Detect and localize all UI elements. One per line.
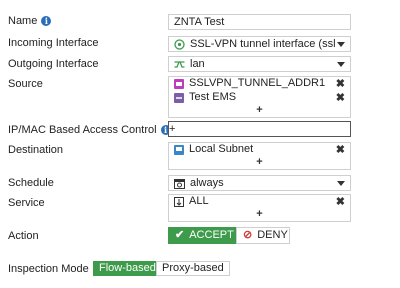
schedule-label: Schedule — [8, 177, 54, 189]
list-item: Test EMS ✖ — [169, 91, 350, 105]
source-label: Source — [8, 78, 43, 90]
add-ipmac-button[interactable]: + — [169, 122, 350, 136]
destination-field[interactable]: Local Subnet ✖ + — [168, 142, 351, 170]
deny-label: DENY — [257, 229, 288, 241]
list-item: ALL ✖ — [169, 195, 350, 209]
proxy-based-toggle[interactable]: Proxy-based — [156, 261, 230, 276]
add-service-button[interactable]: + — [169, 209, 350, 221]
network-interface-icon — [174, 61, 185, 68]
inspection-mode-label: Inspection Mode — [8, 263, 89, 275]
chevron-down-icon — [337, 62, 345, 67]
chevron-down-icon — [337, 42, 345, 47]
address-magenta-icon — [174, 79, 184, 89]
flow-based-toggle[interactable]: Flow-based — [93, 261, 162, 276]
name-input[interactable]: ZNTA Test — [168, 14, 351, 30]
schedule-select[interactable]: always — [168, 175, 351, 191]
remove-icon[interactable]: ✖ — [336, 195, 345, 208]
outgoing-interface-select[interactable]: lan — [168, 56, 351, 72]
source-field[interactable]: SSLVPN_TUNNEL_ADDR1 ✖ Test EMS ✖ + — [168, 76, 351, 118]
info-icon[interactable]: i — [41, 16, 52, 26]
schedule-value: always — [190, 177, 224, 189]
action-label: Action — [8, 230, 39, 242]
service-item-name: ALL — [189, 195, 209, 207]
ssl-vpn-icon — [174, 39, 185, 50]
incoming-interface-label: Incoming Interface — [8, 37, 99, 49]
deny-button[interactable]: ⊘ DENY — [236, 227, 290, 244]
deny-icon: ⊘ — [243, 229, 253, 241]
list-item: SSLVPN_TUNNEL_ADDR1 ✖ — [169, 77, 350, 91]
add-destination-button[interactable]: + — [169, 157, 350, 169]
destination-item-name: Local Subnet — [189, 143, 254, 155]
incoming-interface-select[interactable]: SSL-VPN tunnel interface (ssl.root) — [168, 36, 351, 52]
schedule-icon — [174, 179, 185, 189]
subnet-icon — [174, 145, 184, 155]
source-item-name: Test EMS — [189, 91, 237, 103]
chevron-down-icon — [337, 181, 345, 186]
ems-tag-icon — [174, 93, 184, 103]
add-source-button[interactable]: + — [169, 105, 350, 117]
ipmac-label: IP/MAC Based Access Control i — [8, 124, 171, 136]
accept-button[interactable]: ✔ ACCEPT — [168, 227, 236, 244]
check-icon: ✔ — [175, 229, 185, 241]
accept-label: ACCEPT — [189, 229, 234, 241]
service-icon — [174, 197, 184, 207]
destination-label: Destination — [8, 144, 64, 156]
incoming-interface-value: SSL-VPN tunnel interface (ssl.root) — [190, 38, 335, 50]
name-input-value: ZNTA Test — [174, 16, 225, 28]
name-label: Name i — [8, 15, 52, 27]
ipmac-field[interactable]: + — [168, 121, 351, 137]
remove-icon[interactable]: ✖ — [336, 77, 345, 90]
remove-icon[interactable]: ✖ — [336, 91, 345, 104]
service-label: Service — [8, 197, 45, 209]
service-field[interactable]: ALL ✖ + — [168, 194, 351, 222]
outgoing-interface-label: Outgoing Interface — [8, 58, 99, 70]
list-item: Local Subnet ✖ — [169, 143, 350, 157]
source-item-name: SSLVPN_TUNNEL_ADDR1 — [189, 77, 326, 89]
remove-icon[interactable]: ✖ — [336, 143, 345, 156]
outgoing-interface-value: lan — [190, 58, 205, 70]
